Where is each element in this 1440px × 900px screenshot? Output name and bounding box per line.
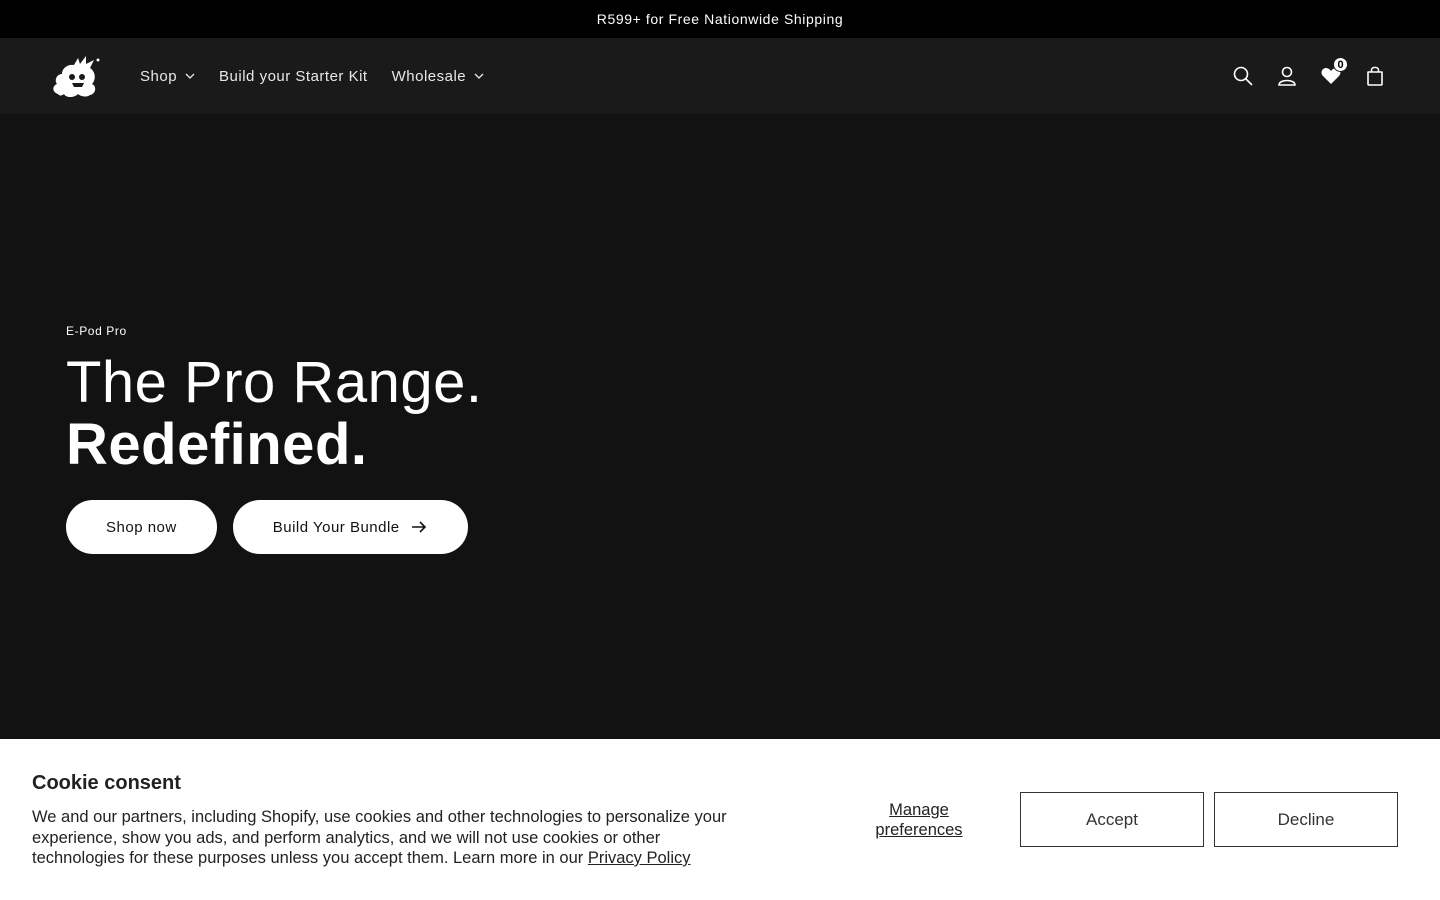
accept-button[interactable]: Accept: [1020, 792, 1204, 847]
manage-preferences-link[interactable]: Manage preferences: [862, 800, 976, 840]
wishlist-count-badge: 0: [1333, 57, 1348, 72]
cookie-title: Cookie consent: [32, 772, 181, 794]
hero-eyebrow: E-Pod Pro: [66, 324, 127, 338]
chevron-down-icon: [185, 73, 195, 79]
nav-shop[interactable]: Shop: [140, 56, 207, 96]
account-button[interactable]: [1272, 61, 1302, 91]
header-icons: 0: [1228, 38, 1390, 114]
mascot-logo-icon[interactable]: [50, 52, 100, 100]
user-icon: [1278, 66, 1296, 86]
nav-wholesale-label: Wholesale: [391, 67, 467, 85]
shop-now-button[interactable]: Shop now: [66, 500, 217, 554]
build-bundle-label: Build Your Bundle: [272, 518, 400, 536]
cookie-body: We and our partners, including Shopify, …: [32, 807, 752, 869]
shop-now-label: Shop now: [106, 518, 177, 536]
nav-build-starter-kit-label: Build your Starter Kit: [219, 67, 368, 85]
privacy-policy-link[interactable]: Privacy Policy: [588, 849, 691, 867]
main-nav: Shop Build your Starter Kit Wholesale: [140, 56, 496, 96]
nav-shop-label: Shop: [140, 67, 178, 85]
build-bundle-button[interactable]: Build Your Bundle: [232, 500, 468, 554]
hero-heading-line1: The Pro Range.: [66, 350, 483, 415]
decline-button[interactable]: Decline: [1214, 792, 1398, 847]
cart-button[interactable]: [1360, 61, 1390, 91]
search-icon: [1233, 66, 1253, 86]
cookie-consent-banner: Cookie consent We and our partners, incl…: [0, 739, 1440, 900]
hero-content: E-Pod Pro The Pro Range. Redefined. Shop…: [66, 324, 482, 554]
search-button[interactable]: [1228, 61, 1258, 91]
nav-wholesale[interactable]: Wholesale: [380, 56, 497, 96]
hero-cta-row: Shop now Build Your Bundle: [66, 500, 482, 554]
cart-icon: [1367, 66, 1383, 86]
hero-heading-line2: Redefined.: [66, 412, 368, 477]
wishlist-button[interactable]: 0: [1316, 57, 1348, 91]
chevron-down-icon: [474, 73, 484, 79]
nav-build-starter-kit[interactable]: Build your Starter Kit: [207, 56, 380, 96]
site-header: Shop Build your Starter Kit Wholesale 0: [0, 38, 1440, 114]
announcement-bar: R599+ for Free Nationwide Shipping: [0, 0, 1440, 38]
announcement-text: R599+ for Free Nationwide Shipping: [596, 11, 844, 27]
arrow-right-icon: [411, 521, 426, 533]
hero-heading: The Pro Range. Redefined.: [66, 352, 482, 476]
